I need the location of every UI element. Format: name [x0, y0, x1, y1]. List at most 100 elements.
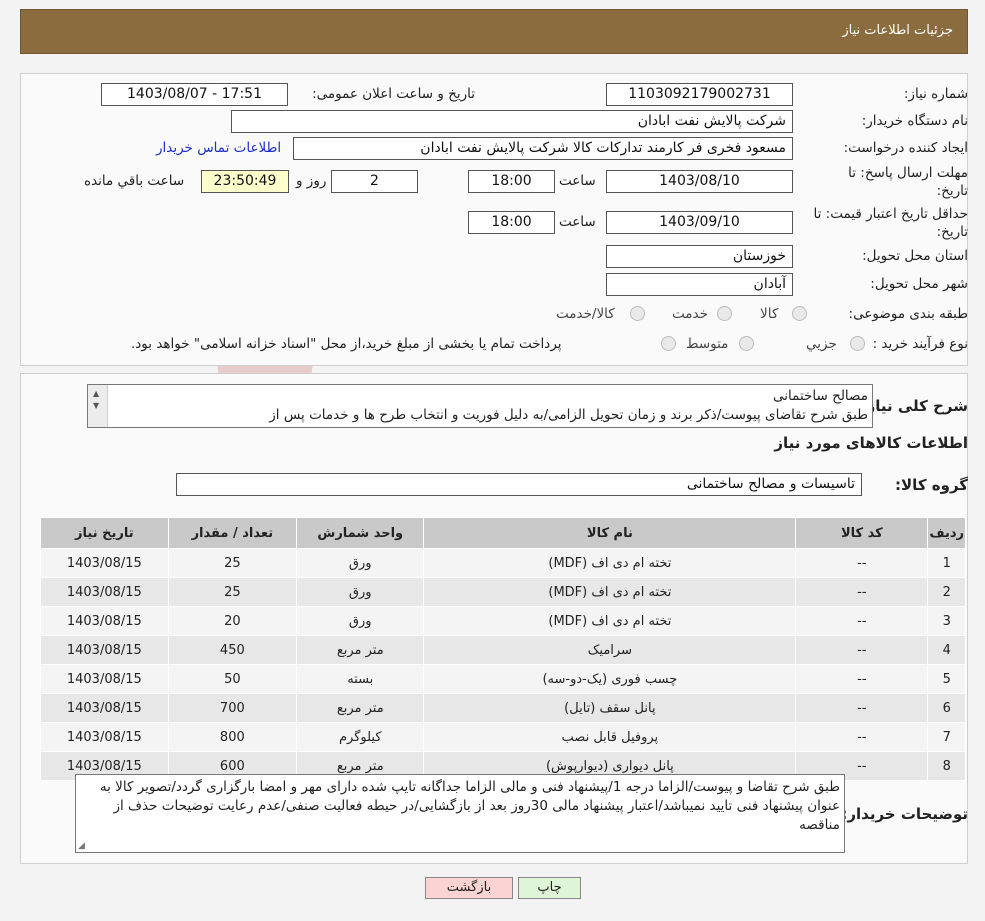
price-validity-time: 18:00 [468, 211, 555, 234]
category-radio-goods[interactable] [792, 306, 807, 321]
reply-deadline-label-2: تاریخ: [936, 183, 968, 199]
cell-item-name: تخته ام دی اف (MDF) [423, 577, 797, 607]
goods-table-wrap: ردیف کد کالا نام کالا واحد شمارش تعداد /… [40, 517, 966, 781]
cell-item-code: -- [795, 606, 929, 636]
price-validity-date: 1403/09/10 [606, 211, 793, 234]
cell-row-num: 6 [927, 693, 966, 723]
cell-item-code: -- [795, 693, 929, 723]
goods-group-label: گروه کالا: [895, 476, 968, 494]
description-scrollbar[interactable]: ▲ ▼ [88, 385, 108, 427]
city-label: شهر محل تحویل: [870, 276, 968, 292]
reply-deadline-label: مهلت ارسال پاسخ: تا [848, 165, 968, 181]
cell-unit: متر مربع [296, 635, 425, 665]
category-option-goods: کالا [760, 306, 779, 322]
creator-field: مسعود فخری فر کارمند تداركات كالا شركت پ… [293, 137, 793, 160]
cell-quantity: 25 [167, 577, 298, 607]
cell-need-date: 1403/08/15 [40, 577, 169, 607]
col-unit: واحد شمارش [296, 517, 425, 549]
need-number-field: 1103092179002731 [606, 83, 793, 106]
buyer-notes-text: طبق شرح تقاضا و پیوست/الزاما درجه 1/پیشن… [99, 779, 840, 833]
cell-quantity: 700 [167, 693, 298, 723]
creator-label: ایجاد کننده درخواست: [843, 140, 968, 156]
price-time-label: ساعت [559, 214, 596, 230]
col-item-name: نام کالا [423, 517, 797, 549]
cell-item-code: -- [795, 635, 929, 665]
cell-need-date: 1403/08/15 [40, 635, 169, 665]
announce-date-field: 1403/08/07 - 17:51 [101, 83, 288, 106]
category-label: طبقه بندی موضوعی: [848, 306, 968, 322]
need-number-label: شماره نیاز: [903, 86, 968, 102]
table-row: 7 -- پروفیل قابل نصب کیلوگرم 800 1403/08… [40, 722, 966, 752]
cell-unit: ورق [296, 548, 425, 578]
col-row-num: ردیف [927, 517, 966, 549]
table-row: 5 -- چسب فوری (یک-دو-سه) بسته 50 1403/08… [40, 664, 966, 694]
col-need-date: تاریخ نیاز [40, 517, 169, 549]
col-quantity: تعداد / مقدار [167, 517, 298, 549]
days-label: روز و [296, 173, 327, 189]
category-radio-goods-service[interactable] [630, 306, 645, 321]
process-radio-minor[interactable] [850, 336, 865, 351]
cell-need-date: 1403/08/15 [40, 606, 169, 636]
remaining-time-field: 23:50:49 [201, 170, 289, 193]
cell-item-name: سرامیک [423, 635, 797, 665]
back-button[interactable]: بازگشت [425, 877, 513, 899]
cell-row-num: 8 [927, 751, 966, 781]
remaining-time-label: ساعت باقي مانده [84, 173, 185, 189]
table-row: 1 -- تخته ام دی اف (MDF) ورق 25 1403/08/… [40, 548, 966, 578]
reply-deadline-time: 18:00 [468, 170, 555, 193]
buyer-org-label: نام دستگاه خریدار: [861, 113, 968, 129]
buyer-org-field: شرکت پالایش نفت ابادان [231, 110, 793, 133]
table-row: 3 -- تخته ام دی اف (MDF) ورق 20 1403/08/… [40, 606, 966, 636]
cell-row-num: 3 [927, 606, 966, 636]
resize-handle-icon[interactable]: ◢ [78, 841, 85, 851]
cell-quantity: 25 [167, 548, 298, 578]
scroll-down-icon[interactable]: ▼ [93, 401, 99, 410]
table-row: 2 -- تخته ام دی اف (MDF) ورق 25 1403/08/… [40, 577, 966, 607]
cell-item-code: -- [795, 577, 929, 607]
cell-item-name: پانل سقف (تایل) [423, 693, 797, 723]
cell-row-num: 5 [927, 664, 966, 694]
reply-time-label: ساعت [559, 173, 596, 189]
cell-item-code: -- [795, 548, 929, 578]
cell-item-name: تخته ام دی اف (MDF) [423, 606, 797, 636]
description-textarea[interactable]: مصالح ساختمانی طبق شرح تقاضای پیوست/ذکر … [87, 384, 873, 428]
category-option-goods-service: کالا/خدمت [556, 306, 615, 322]
cell-need-date: 1403/08/15 [40, 548, 169, 578]
category-radio-service[interactable] [717, 306, 732, 321]
city-field: آبادان [606, 273, 793, 296]
buyer-notes-label: توضیحات خریدار: [841, 805, 968, 823]
buyer-contact-link[interactable]: اطلاعات تماس خریدار [156, 140, 281, 156]
cell-item-code: -- [795, 664, 929, 694]
cell-item-name: پروفیل قابل نصب [423, 722, 797, 752]
reply-days-field: 2 [331, 170, 418, 193]
process-label: نوع فرآیند خرید : [872, 336, 968, 352]
process-option-medium: متوسط [686, 336, 729, 352]
process-note: پرداخت تمام یا بخشی از مبلغ خرید،از محل … [131, 336, 562, 352]
cell-unit: متر مربع [296, 693, 425, 723]
print-button[interactable]: چاپ [518, 877, 581, 899]
cell-quantity: 450 [167, 635, 298, 665]
cell-unit: بسته [296, 664, 425, 694]
scroll-up-icon[interactable]: ▲ [93, 389, 99, 398]
cell-need-date: 1403/08/15 [40, 693, 169, 723]
category-option-service: خدمت [672, 306, 708, 322]
col-item-code: کد کالا [795, 517, 929, 549]
cell-quantity: 50 [167, 664, 298, 694]
announce-date-label: تاریخ و ساعت اعلان عمومی: [312, 86, 475, 102]
price-validity-label: حداقل تاریخ اعتبار قیمت: تا [813, 206, 968, 222]
province-field: خوزستان [606, 245, 793, 268]
price-validity-label-2: تاریخ: [936, 224, 968, 240]
table-row: 6 -- پانل سقف (تایل) متر مربع 700 1403/0… [40, 693, 966, 723]
goods-group-field: تاسیسات و مصالح ساختمانی [176, 473, 862, 496]
reply-deadline-date: 1403/08/10 [606, 170, 793, 193]
page-header: جزئیات اطلاعات نیاز [20, 9, 968, 54]
cell-unit: کیلوگرم [296, 722, 425, 752]
page-title: جزئیات اطلاعات نیاز [842, 23, 953, 38]
cell-row-num: 7 [927, 722, 966, 752]
process-radio-medium[interactable] [739, 336, 754, 351]
process-radio-treasury[interactable] [661, 336, 676, 351]
province-label: استان محل تحویل: [862, 248, 968, 264]
goods-table: ردیف کد کالا نام کالا واحد شمارش تعداد /… [40, 517, 966, 781]
cell-row-num: 1 [927, 548, 966, 578]
buyer-notes-textarea[interactable]: طبق شرح تقاضا و پیوست/الزاما درجه 1/پیشن… [75, 774, 845, 853]
